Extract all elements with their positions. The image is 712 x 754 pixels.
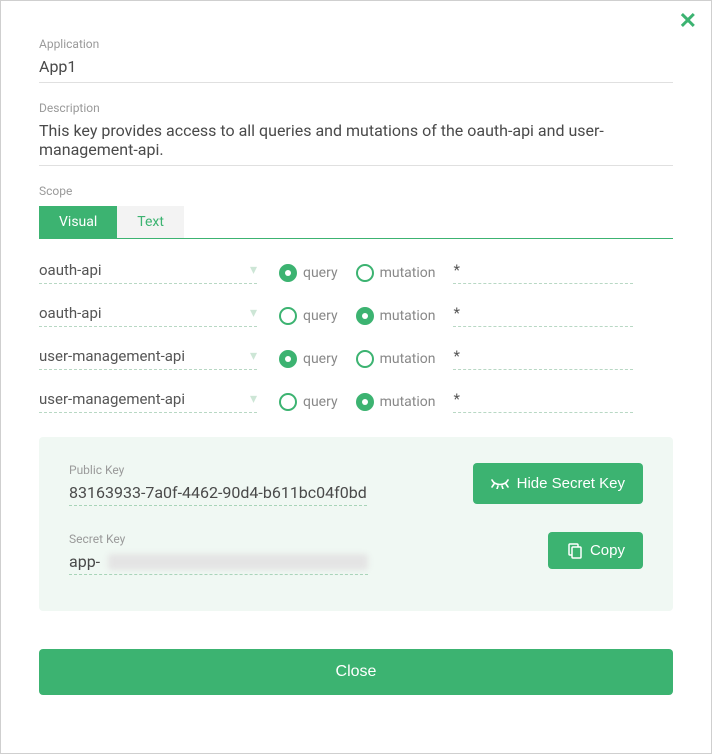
public-key-label: Public Key (69, 463, 367, 477)
radio-mutation[interactable]: mutation (356, 350, 436, 368)
chevron-down-icon: ▾ (250, 348, 257, 364)
hide-secret-label: Hide Secret Key (517, 475, 625, 492)
close-icon[interactable]: ✕ (679, 11, 697, 33)
application-value[interactable]: App1 (39, 57, 673, 83)
secret-key-label: Secret Key (69, 532, 368, 546)
radio-dot-icon (356, 307, 374, 325)
radio-query-label: query (303, 394, 338, 410)
radio-query[interactable]: query (279, 264, 338, 282)
keys-panel: Public Key 83163933-7a0f-4462-90d4-b611b… (39, 437, 673, 611)
scope-row: user-management-api ▾ query mutation * (39, 390, 673, 413)
chevron-down-icon: ▾ (250, 262, 257, 278)
public-key-block: Public Key 83163933-7a0f-4462-90d4-b611b… (69, 463, 367, 506)
tab-text[interactable]: Text (117, 206, 184, 238)
radio-query[interactable]: query (279, 350, 338, 368)
radio-mutation-label: mutation (380, 265, 436, 281)
description-label: Description (39, 101, 673, 115)
scope-row: oauth-api ▾ query mutation * (39, 261, 673, 284)
scope-radios: query mutation (279, 393, 435, 411)
radio-query[interactable]: query (279, 307, 338, 325)
radio-dot-icon (279, 393, 297, 411)
description-value[interactable]: This key provides access to all queries … (39, 121, 673, 166)
radio-dot-icon (279, 307, 297, 325)
scope-tabs: Visual Text (39, 206, 673, 239)
radio-mutation-label: mutation (380, 308, 436, 324)
api-name: oauth-api (39, 304, 102, 322)
radio-query-label: query (303, 265, 338, 281)
scope-radios: query mutation (279, 307, 435, 325)
radio-mutation-label: mutation (380, 351, 436, 367)
radio-dot-icon (279, 350, 297, 368)
chevron-down-icon: ▾ (250, 305, 257, 321)
api-name: oauth-api (39, 261, 102, 279)
application-label: Application (39, 37, 673, 51)
copy-button[interactable]: Copy (548, 532, 643, 569)
radio-query[interactable]: query (279, 393, 338, 411)
secret-prefix: app- (69, 552, 100, 571)
scope-row: user-management-api ▾ query mutation * (39, 347, 673, 370)
public-key-value[interactable]: 83163933-7a0f-4462-90d4-b611bc04f0bd (69, 483, 367, 506)
api-select[interactable]: oauth-api ▾ (39, 304, 257, 327)
chevron-down-icon: ▾ (250, 391, 257, 407)
scope-radios: query mutation (279, 264, 435, 282)
application-field: Application App1 (39, 37, 673, 83)
close-button[interactable]: Close (39, 649, 673, 695)
eye-closed-icon (491, 479, 509, 489)
api-select[interactable]: user-management-api ▾ (39, 347, 257, 370)
pattern-input[interactable]: * (453, 304, 633, 327)
hide-secret-button[interactable]: Hide Secret Key (473, 463, 643, 504)
secret-key-row: Secret Key app- Copy (69, 532, 643, 575)
api-name: user-management-api (39, 347, 185, 365)
radio-mutation[interactable]: mutation (356, 264, 436, 282)
secret-blur (108, 554, 368, 570)
scope-rows: oauth-api ▾ query mutation * oauth-api ▾ (39, 261, 673, 413)
api-name: user-management-api (39, 390, 185, 408)
tab-visual[interactable]: Visual (39, 206, 117, 238)
copy-label: Copy (590, 542, 625, 559)
scope-radios: query mutation (279, 350, 435, 368)
description-field: Description This key provides access to … (39, 101, 673, 166)
radio-dot-icon (356, 264, 374, 282)
api-select[interactable]: oauth-api ▾ (39, 261, 257, 284)
radio-mutation[interactable]: mutation (356, 307, 436, 325)
radio-mutation[interactable]: mutation (356, 393, 436, 411)
pattern-input[interactable]: * (453, 261, 633, 284)
radio-mutation-label: mutation (380, 394, 436, 410)
api-key-modal: ✕ Application App1 Description This key … (0, 0, 712, 754)
scope-row: oauth-api ▾ query mutation * (39, 304, 673, 327)
secret-key-block: Secret Key app- (69, 532, 368, 575)
public-key-row: Public Key 83163933-7a0f-4462-90d4-b611b… (69, 463, 643, 506)
secret-key-value[interactable]: app- (69, 552, 368, 575)
radio-dot-icon (356, 350, 374, 368)
radio-query-label: query (303, 308, 338, 324)
radio-dot-icon (356, 393, 374, 411)
pattern-input[interactable]: * (453, 347, 633, 370)
pattern-input[interactable]: * (453, 390, 633, 413)
scope-label: Scope (39, 184, 673, 198)
copy-icon (566, 543, 582, 559)
radio-query-label: query (303, 351, 338, 367)
radio-dot-icon (279, 264, 297, 282)
api-select[interactable]: user-management-api ▾ (39, 390, 257, 413)
